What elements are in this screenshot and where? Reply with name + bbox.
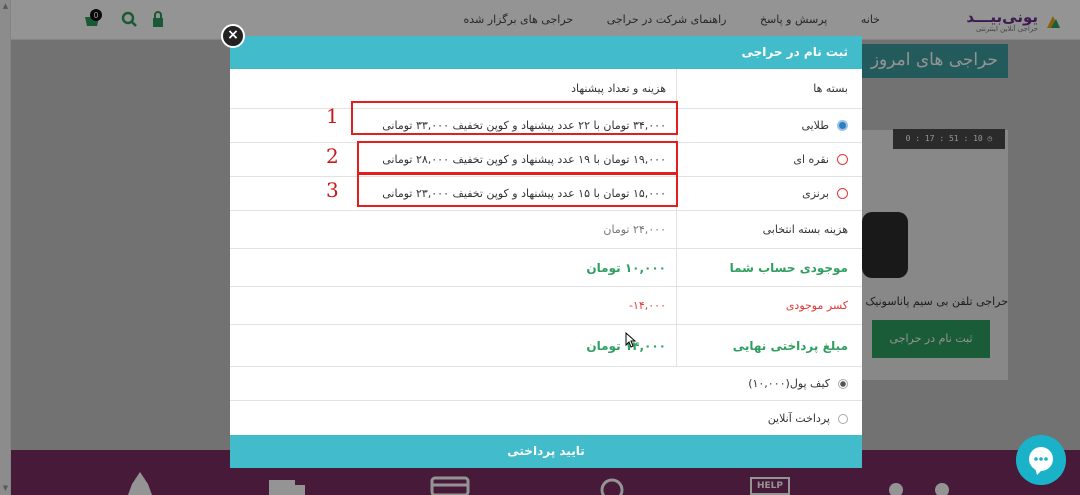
- payment-wallet-radio[interactable]: [838, 378, 848, 389]
- header-packages: بسته ها: [676, 69, 862, 108]
- balance-label: موجودی حساب شما: [676, 249, 862, 286]
- package-gold-radio[interactable]: [837, 120, 848, 131]
- annotation-number-3: 3: [326, 178, 339, 202]
- auction-register-modal: ثبت نام در حراجی بسته ها هزینه و تعداد پ…: [230, 36, 862, 468]
- payment-wallet-label: کیف پول(۱۰,۰۰۰): [748, 377, 830, 390]
- final-amount-label: مبلغ پرداختی نهایی: [676, 325, 862, 366]
- deduct-label: کسر موجودی: [676, 287, 862, 324]
- mouse-cursor-icon: [625, 332, 637, 348]
- package-silver-label: نقره ای: [793, 153, 829, 166]
- package-bronze-radio[interactable]: [837, 188, 848, 199]
- payment-online-option[interactable]: پرداخت آنلاین: [768, 412, 848, 425]
- annotation-box-1: [351, 101, 678, 135]
- balance-row: موجودی حساب شما ۱۰,۰۰۰ تومان: [230, 249, 862, 287]
- package-bronze-label: برنزی: [802, 187, 829, 200]
- selected-cost-row: هزینه بسته انتخابی ۲۴,۰۰۰ تومان: [230, 211, 862, 249]
- payment-wallet-row: کیف پول(۱۰,۰۰۰): [230, 367, 862, 401]
- deduct-value: ۱۴,۰۰۰-: [628, 299, 666, 312]
- payment-wallet-option[interactable]: کیف پول(۱۰,۰۰۰): [748, 377, 848, 390]
- annotation-box-2: [357, 141, 678, 174]
- payment-online-row: پرداخت آنلاین: [230, 401, 862, 435]
- final-amount-value: ۱۴,۰۰۰ تومان: [586, 338, 666, 353]
- selected-cost-label: هزینه بسته انتخابی: [676, 211, 862, 248]
- package-gold-label: طلایی: [801, 119, 829, 132]
- modal-title: ثبت نام در حراجی: [230, 36, 862, 69]
- final-amount-row: مبلغ پرداختی نهایی ۱۴,۰۰۰ تومان: [230, 325, 862, 367]
- balance-value: ۱۰,۰۰۰ تومان: [586, 260, 666, 275]
- confirm-payment-button[interactable]: تایید پرداختی: [230, 435, 862, 468]
- payment-online-radio[interactable]: [838, 413, 848, 424]
- selected-cost-value: ۲۴,۰۰۰ تومان: [603, 223, 666, 236]
- package-silver-radio[interactable]: [837, 154, 848, 165]
- annotation-number-2: 2: [326, 144, 339, 168]
- chat-icon[interactable]: [1016, 435, 1066, 485]
- payment-online-label: پرداخت آنلاین: [767, 412, 830, 425]
- annotation-box-3: [357, 173, 678, 207]
- deduct-row: کسر موجودی ۱۴,۰۰۰-: [230, 287, 862, 325]
- close-icon[interactable]: ×: [221, 24, 245, 48]
- annotation-number-1: 1: [326, 104, 339, 128]
